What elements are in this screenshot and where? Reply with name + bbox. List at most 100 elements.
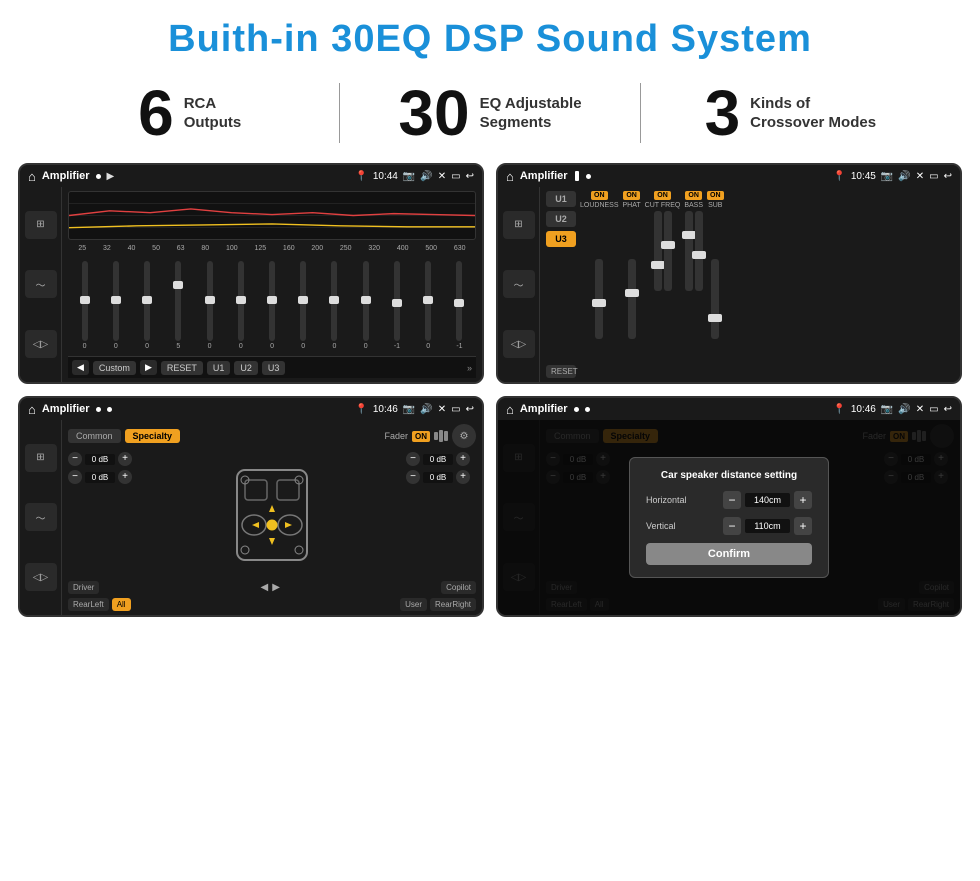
eq-graph [68,191,476,240]
on-bass: ON [685,191,702,200]
slider-thumb-9 [361,296,371,304]
back-icon-3[interactable]: ↩ [466,404,474,415]
right-arrow[interactable]: ▶ [272,582,280,593]
settings-icon-3[interactable]: ⚙ [452,424,476,448]
slider-track-2[interactable] [144,261,150,341]
slider-bass-g[interactable] [695,211,703,291]
prev-btn[interactable]: ◀ [72,360,89,375]
sp-all[interactable]: All [112,598,131,611]
thumb-loudness [592,299,606,307]
back-icon-4[interactable]: ↩ [944,404,952,415]
vertical-minus[interactable]: − [723,517,741,535]
preset-u1[interactable]: U1 [207,361,231,375]
slider-thumb-3 [173,281,183,289]
preset-custom[interactable]: Custom [93,361,136,375]
sp-btn-3[interactable]: ◁▷ [25,563,57,591]
home-icon-2[interactable]: ⌂ [506,169,514,184]
nav-arrows: ◀ ▶ [102,581,438,594]
db-minus-3[interactable]: − [406,452,420,466]
preset-u3[interactable]: U3 [262,361,286,375]
left-arrow[interactable]: ◀ [261,582,269,593]
slider-track-9[interactable] [363,261,369,341]
db-plus-1[interactable]: + [118,452,132,466]
home-icon-3[interactable]: ⌂ [28,402,36,417]
cx-btn-3[interactable]: ◁▷ [503,330,535,358]
page-title: Buith-in 30EQ DSP Sound System [0,0,980,71]
slider-track-0[interactable] [82,261,88,341]
db-minus-2[interactable]: − [68,470,82,484]
cx-btn-2[interactable]: 〜 [503,270,535,298]
db-minus-1[interactable]: − [68,452,82,466]
horizontal-plus[interactable]: + [794,491,812,509]
on-phat: ON [623,191,640,200]
dot-3b [107,407,112,412]
db-plus-3[interactable]: + [456,452,470,466]
status-right-3: 📍 10:46 📷 🔊 ✕ ▭ ↩ [355,404,474,415]
sp-btn-1[interactable]: ⊞ [25,444,57,472]
db-row-1: − 0 dB + [68,452,138,466]
sp-driver[interactable]: Driver [68,581,99,594]
spacer-3 [134,598,398,611]
vertical-plus[interactable]: + [794,517,812,535]
slider-loudness[interactable] [595,259,603,339]
sp-copilot[interactable]: Copilot [441,581,476,594]
fader-label-3: Fader [384,431,408,441]
crossover-reset[interactable]: RESET [546,365,576,378]
db-plus-4[interactable]: + [456,470,470,484]
eq-btn-1[interactable]: ⊞ [25,211,57,239]
sp-rearleft[interactable]: RearLeft [68,598,109,611]
tab-specialty-3[interactable]: Specialty [125,429,181,443]
on-cutfreq: ON [654,191,671,200]
slider-cutfreq-f[interactable] [654,211,662,291]
back-icon-1[interactable]: ↩ [466,171,474,182]
slider-sub[interactable] [711,259,719,339]
back-icon-2[interactable]: ↩ [944,171,952,182]
slider-track-12[interactable] [456,261,462,341]
sp-btn-2[interactable]: 〜 [25,503,57,531]
eq-btn-3[interactable]: ◁▷ [25,330,57,358]
time-4: 10:46 [851,404,876,415]
eq-sidebar: ⊞ 〜 ◁▷ [20,187,62,382]
confirm-button[interactable]: Confirm [646,543,812,565]
speaker-sidebar: ⊞ 〜 ◁▷ [20,420,62,615]
speaker-screen: ⌂ Amplifier 📍 10:46 📷 🔊 ✕ ▭ ↩ ⊞ 〜 ◁▷ [18,396,484,617]
tab-common-3[interactable]: Common [68,429,121,443]
label-cutfreq: CUT FREQ [645,202,681,209]
cx-btn-1[interactable]: ⊞ [503,211,535,239]
slider-track-4[interactable] [207,261,213,341]
sp-user[interactable]: User [400,598,427,611]
slider-track-7[interactable] [300,261,306,341]
slider-track-8[interactable] [331,261,337,341]
sp-rearright[interactable]: RearRight [430,598,476,611]
horizontal-minus[interactable]: − [723,491,741,509]
time-2: 10:45 [851,171,876,182]
eq-btn-2[interactable]: 〜 [25,270,57,298]
slider-cutfreq-g[interactable] [664,211,672,291]
slider-track-3[interactable] [175,261,181,341]
left-controls: − 0 dB + − 0 dB + [68,452,138,577]
channel-u1[interactable]: U1 [546,191,576,207]
channel-u3[interactable]: U3 [546,231,576,247]
preset-u2[interactable]: U2 [234,361,258,375]
speaker-main-area: Common Specialty Fader ON ⚙ [62,420,482,615]
eq-slider-12: -1 [445,261,474,350]
eq-slider-0: 0 [70,261,99,350]
db-plus-2[interactable]: + [118,470,132,484]
window-icon-4: ▭ [929,404,938,415]
db-val-2: 0 dB [85,472,115,483]
slider-track-10[interactable] [394,261,400,341]
preset-reset[interactable]: RESET [161,361,203,375]
ctrl-loudness: ON LOUDNESS [580,191,619,378]
home-icon-4[interactable]: ⌂ [506,402,514,417]
next-btn[interactable]: ▶ [140,360,157,375]
home-icon-1[interactable]: ⌂ [28,169,36,184]
slider-track-5[interactable] [238,261,244,341]
slider-track-1[interactable] [113,261,119,341]
x-icon-1: ✕ [438,171,446,182]
db-minus-4[interactable]: − [406,470,420,484]
slider-phat[interactable] [628,259,636,339]
right-controls: − 0 dB + − 0 dB + [406,452,476,577]
channel-u2[interactable]: U2 [546,211,576,227]
slider-track-11[interactable] [425,261,431,341]
slider-track-6[interactable] [269,261,275,341]
